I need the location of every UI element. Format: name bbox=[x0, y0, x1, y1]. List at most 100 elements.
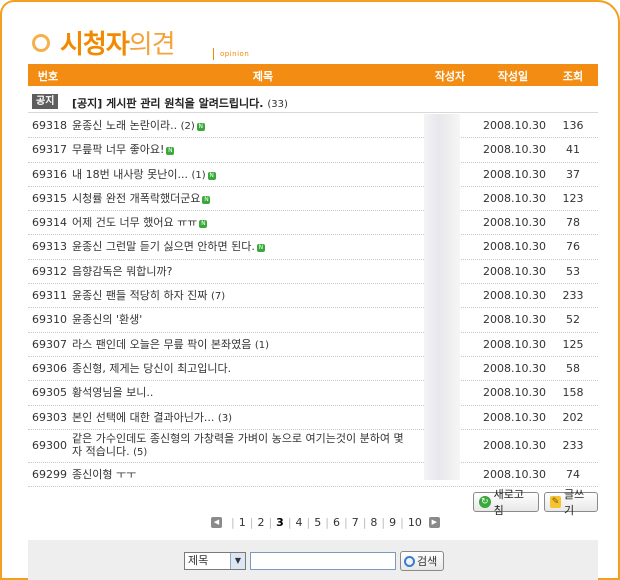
notice-title-link[interactable]: [공지] 게시판 관리 원칙을 알려드립니다. (33) bbox=[72, 95, 288, 111]
table-row[interactable]: 69310 윤종신의 '환생' 2008.10.30 52 bbox=[28, 308, 598, 333]
page-link-8[interactable]: 8 bbox=[369, 516, 378, 529]
post-date: 2008.10.30 bbox=[483, 191, 546, 205]
page-numbers: | 1 | 2 | 3 | 4 | 5 | 6 | 7 | 8 | 9 | 10 bbox=[228, 516, 423, 529]
post-title-text: 어제 건도 너무 했어요 ㅠㅠ bbox=[72, 216, 198, 230]
next-arrow-icon[interactable]: ▶ bbox=[428, 516, 440, 528]
table-row[interactable]: 69318 윤종신 노래 논란이라.. (2) N 2008.10.30 136 bbox=[28, 114, 598, 139]
post-views: 233 bbox=[562, 438, 584, 452]
post-number: 69317 bbox=[32, 143, 67, 157]
post-title-link[interactable]: 황석영님을 보니.. bbox=[72, 386, 412, 399]
post-title-link[interactable]: 종신이형 ㅜㅜ bbox=[72, 468, 412, 481]
chevron-down-icon[interactable]: ▼ bbox=[230, 553, 245, 569]
post-number: 69314 bbox=[32, 216, 67, 230]
column-header-title: 제목 bbox=[252, 70, 274, 83]
table-header: 번호 제목 작성자 작성일 조회 bbox=[28, 64, 598, 86]
notice-comment-count: (33) bbox=[267, 99, 288, 110]
post-title-text: 윤종신 노래 논란이라.. bbox=[72, 119, 178, 132]
table-row[interactable]: 69316 내 18번 내사랑 못난이... (1) N 2008.10.30 37 bbox=[28, 163, 598, 187]
page-title: 시청자의견 bbox=[60, 24, 176, 61]
post-date: 2008.10.30 bbox=[483, 337, 546, 351]
post-date: 2008.10.30 bbox=[483, 119, 546, 132]
post-date: 2008.10.30 bbox=[483, 361, 546, 375]
page-link-3[interactable]: 3 bbox=[275, 516, 285, 529]
table-row[interactable]: 69314 어제 건도 너무 했어요 ㅠㅠ N 2008.10.30 78 bbox=[28, 211, 598, 236]
table-row[interactable]: 69299 종신이형 ㅜㅜ 2008.10.30 74 bbox=[28, 463, 598, 488]
table-row[interactable]: 69307 라스 팬인데 오늘은 무릎 팍이 본좌였음 (1) 2008.10.30… bbox=[28, 333, 598, 357]
comment-count: (1) bbox=[254, 339, 270, 351]
post-title-link[interactable]: 무릎팍 너무 좋아요! N bbox=[72, 143, 412, 156]
page-title-bold: 시청자 bbox=[60, 30, 130, 60]
page-separator: | bbox=[249, 515, 254, 529]
notice-row[interactable]: 공지 [공지] 게시판 관리 원칙을 알려드립니다. (33) bbox=[28, 91, 598, 113]
post-views: 58 bbox=[566, 361, 580, 375]
post-number: 69307 bbox=[32, 337, 67, 351]
prev-arrow-icon[interactable]: ◀ bbox=[211, 516, 222, 528]
post-title-link[interactable]: 종신형, 제게는 당신이 최고입니다. bbox=[72, 362, 412, 375]
post-title-text: 윤종신 팬들 적당히 하자 진짜 bbox=[72, 289, 208, 303]
post-title-link[interactable]: 본인 선택에 대한 결과아닌가... (3) bbox=[72, 411, 412, 425]
post-number: 69303 bbox=[32, 410, 67, 424]
post-date: 2008.10.30 bbox=[483, 410, 546, 424]
post-title-text: 무릎팍 너무 좋아요! bbox=[72, 143, 165, 157]
page-link-1[interactable]: 1 bbox=[238, 516, 247, 529]
post-views: 37 bbox=[566, 167, 580, 181]
page-separator: | bbox=[268, 515, 273, 529]
page-link-2[interactable]: 2 bbox=[256, 516, 265, 529]
post-title-link[interactable]: 윤종신의 '환생' bbox=[72, 313, 412, 326]
search-field-select[interactable]: 제목 ▼ bbox=[184, 552, 246, 570]
page-link-6[interactable]: 6 bbox=[332, 516, 341, 529]
page-subtitle: opinion bbox=[220, 50, 250, 58]
page-separator: | bbox=[362, 515, 367, 529]
post-date: 2008.10.30 bbox=[483, 438, 546, 452]
post-title-text: 라스 팬인데 오늘은 무릎 팍이 본좌였음 bbox=[72, 337, 252, 351]
table-row[interactable]: 69315 시청률 완전 개폭락했더군요 N 2008.10.30 123 bbox=[28, 187, 598, 212]
table-row[interactable]: 69305 황석영님을 보니.. 2008.10.30 158 bbox=[28, 381, 598, 406]
post-date: 2008.10.30 bbox=[483, 167, 546, 181]
table-row[interactable]: 69306 종신형, 제게는 당신이 최고입니다. 2008.10.30 58 bbox=[28, 357, 598, 382]
page-link-5[interactable]: 5 bbox=[313, 516, 322, 529]
post-views: 123 bbox=[562, 191, 584, 205]
post-title-text: 시청률 완전 개폭락했더군요 bbox=[72, 191, 201, 205]
page-separator: | bbox=[287, 515, 292, 529]
post-title-link[interactable]: 음향감독은 뭐합니까? bbox=[72, 265, 412, 278]
table-row[interactable]: 69313 윤종신 그런말 듣기 싫으면 안하면 된다. N 2008.10.30 76 bbox=[28, 235, 598, 260]
post-views: 125 bbox=[562, 337, 584, 351]
notice-title-text: [공지] 게시판 관리 원칙을 알려드립니다. bbox=[72, 97, 264, 110]
page-link-10[interactable]: 10 bbox=[407, 516, 423, 529]
table-row[interactable]: 69303 본인 선택에 대한 결과아닌가... (3) 2008.10.30 202 bbox=[28, 406, 598, 430]
post-title-link[interactable]: 윤종신 노래 논란이라.. (2) N bbox=[72, 119, 412, 133]
search-button[interactable]: 검색 bbox=[400, 551, 444, 571]
comment-count: (2) bbox=[180, 121, 195, 132]
new-badge-icon: N bbox=[256, 244, 265, 253]
table-row[interactable]: 69300 같은 가수인데도 종신형의 가창력을 가벼이 농으로 여기는것이 분하… bbox=[28, 430, 598, 463]
page-link-4[interactable]: 4 bbox=[295, 516, 304, 529]
post-date: 2008.10.30 bbox=[483, 289, 546, 303]
post-number: 69310 bbox=[32, 313, 67, 327]
table-row[interactable]: 69312 음향감독은 뭐합니까? 2008.10.30 53 bbox=[28, 260, 598, 285]
post-title-link[interactable]: 라스 팬인데 오늘은 무릎 팍이 본좌였음 (1) bbox=[72, 338, 412, 352]
table-row[interactable]: 69311 윤종신 팬들 적당히 하자 진짜 (7) 2008.10.30 233 bbox=[28, 284, 598, 309]
post-views: 136 bbox=[562, 119, 584, 132]
write-button[interactable]: ✎ 글쓰기 bbox=[544, 488, 598, 517]
post-title-link[interactable]: 어제 건도 너무 했어요 ㅠㅠ N bbox=[72, 216, 412, 229]
search-input[interactable] bbox=[250, 552, 396, 570]
new-badge-icon: N bbox=[199, 220, 208, 229]
table-row[interactable]: 69317 무릎팍 너무 좋아요! N 2008.10.30 41 bbox=[28, 138, 598, 163]
post-views: 233 bbox=[562, 289, 584, 303]
post-title-link[interactable]: 윤종신 그런말 듣기 싫으면 안하면 된다. N bbox=[72, 240, 412, 253]
refresh-button[interactable]: ↻ 새로고침 bbox=[473, 488, 539, 517]
post-number: 69306 bbox=[32, 361, 67, 375]
refresh-button-label: 새로고침 bbox=[493, 488, 525, 517]
post-title-link[interactable]: 같은 가수인데도 종신형의 가창력을 가벼이 농으로 여기는것이 분하여 몇자 … bbox=[72, 432, 412, 459]
search-bar: 제목 ▼ 검색 bbox=[28, 540, 598, 580]
page-separator: | bbox=[400, 515, 404, 529]
page-link-9[interactable]: 9 bbox=[388, 516, 397, 529]
post-date: 2008.10.30 bbox=[483, 264, 546, 278]
post-views: 202 bbox=[562, 410, 584, 424]
post-title-link[interactable]: 시청률 완전 개폭락했더군요 N bbox=[72, 192, 412, 205]
page-link-7[interactable]: 7 bbox=[351, 516, 360, 529]
post-title-link[interactable]: 윤종신 팬들 적당히 하자 진짜 (7) bbox=[72, 289, 412, 303]
comment-count: (5) bbox=[133, 446, 148, 458]
post-number: 69300 bbox=[32, 438, 67, 452]
post-title-link[interactable]: 내 18번 내사랑 못난이... (1) N bbox=[72, 168, 412, 182]
